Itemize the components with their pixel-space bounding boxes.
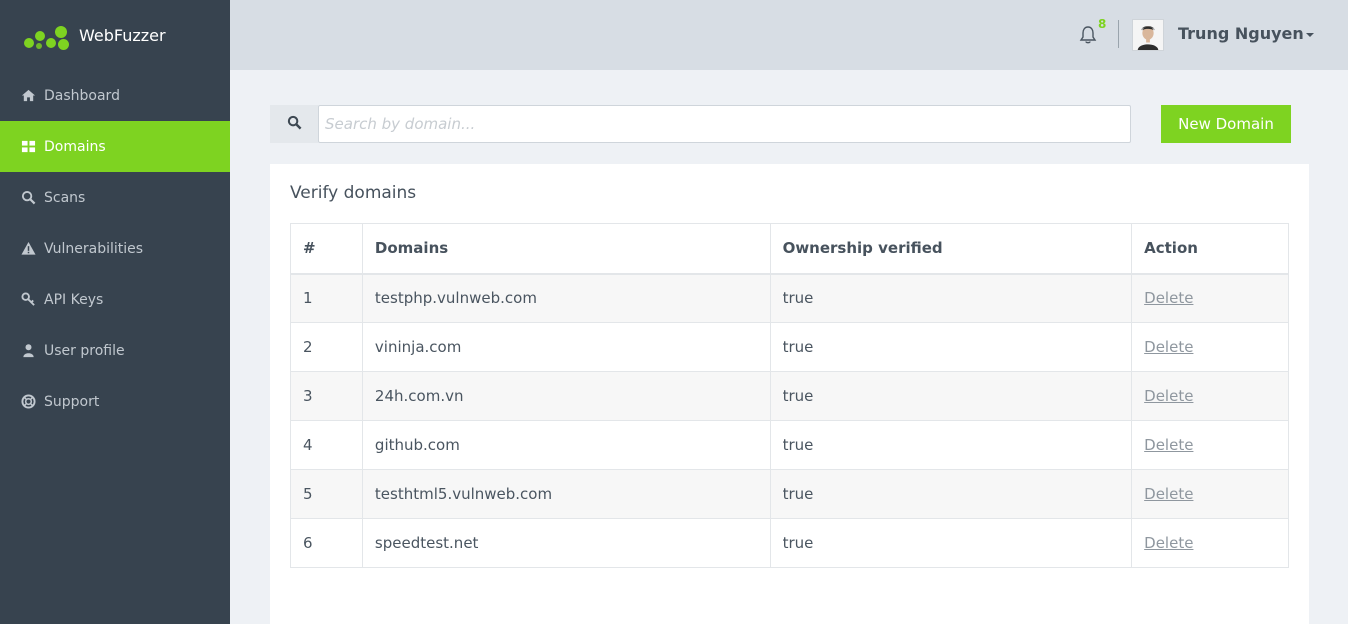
delete-link[interactable]: Delete — [1144, 289, 1193, 307]
grid-icon — [20, 139, 36, 155]
header-divider — [1118, 20, 1119, 48]
avatar[interactable] — [1132, 19, 1164, 51]
column-header-domains: Domains — [361, 223, 771, 275]
topbar: 8 Trung Nguyen — [230, 0, 1348, 70]
brand[interactable]: WebFuzzer — [0, 0, 230, 70]
row-verified: true — [769, 322, 1133, 372]
row-domain: speedtest.net — [361, 518, 771, 568]
row-action-cell: Delete — [1131, 469, 1289, 519]
user-icon — [20, 343, 36, 359]
table-row: 1 testphp.vulnweb.com true Delete — [290, 273, 1289, 323]
table-row: 3 24h.com.vn true Delete — [290, 371, 1289, 421]
lifebuoy-icon — [20, 394, 36, 410]
sidebar-item-dashboard[interactable]: Dashboard — [0, 70, 230, 121]
row-action-cell: Delete — [1131, 420, 1289, 470]
search-button[interactable] — [270, 105, 318, 143]
sidebar-item-domains[interactable]: Domains — [0, 121, 230, 172]
notification-count-badge: 8 — [1098, 17, 1107, 31]
bell-icon[interactable] — [1078, 24, 1098, 46]
table-row: 5 testhtml5.vulnweb.com true Delete — [290, 469, 1289, 519]
sidebar-item-label: Support — [44, 393, 100, 410]
row-domain: 24h.com.vn — [361, 371, 771, 421]
row-verified: true — [769, 518, 1133, 568]
new-domain-button[interactable]: New Domain — [1161, 105, 1291, 143]
sidebar-item-label: Scans — [44, 189, 86, 206]
delete-link[interactable]: Delete — [1144, 338, 1193, 356]
sidebar-item-user-profile[interactable]: User profile — [0, 325, 230, 376]
row-verified: true — [769, 273, 1133, 323]
domains-card: Verify domains # Domains Ownership verif… — [270, 164, 1309, 624]
table-row: 4 github.com true Delete — [290, 420, 1289, 470]
user-name[interactable]: Trung Nguyen — [1178, 24, 1304, 43]
search-icon — [20, 190, 36, 206]
row-action-cell: Delete — [1131, 273, 1289, 323]
sidebar-item-vulnerabilities[interactable]: Vulnerabilities — [0, 223, 230, 274]
delete-link[interactable]: Delete — [1144, 534, 1193, 552]
delete-link[interactable]: Delete — [1144, 387, 1193, 405]
sidebar-item-label: Dashboard — [44, 87, 120, 104]
row-number: 5 — [290, 469, 363, 519]
sidebar-item-support[interactable]: Support — [0, 376, 230, 427]
sidebar-item-scans[interactable]: Scans — [0, 172, 230, 223]
table-header-row: # Domains Ownership verified Action — [290, 223, 1289, 275]
row-action-cell: Delete — [1131, 371, 1289, 421]
chevron-down-icon[interactable] — [1306, 33, 1314, 37]
row-verified: true — [769, 420, 1133, 470]
key-icon — [20, 292, 36, 308]
row-number: 6 — [290, 518, 363, 568]
domains-table: # Domains Ownership verified Action 1 te… — [290, 223, 1289, 568]
row-number: 3 — [290, 371, 363, 421]
row-verified: true — [769, 469, 1133, 519]
row-number: 1 — [290, 273, 363, 323]
search-icon — [287, 115, 302, 134]
column-header-number: # — [290, 223, 363, 275]
sidebar-item-api-keys[interactable]: API Keys — [0, 274, 230, 325]
row-verified: true — [769, 371, 1133, 421]
sidebar-item-label: Domains — [44, 138, 106, 155]
home-icon — [20, 88, 36, 104]
sidebar-nav: Dashboard Domains Scans Vulnerabilities … — [0, 70, 230, 427]
row-action-cell: Delete — [1131, 518, 1289, 568]
row-domain: vininja.com — [361, 322, 771, 372]
sidebar: WebFuzzer Dashboard Domains Scans Vulner… — [0, 0, 230, 624]
column-header-ownership: Ownership verified — [769, 223, 1133, 275]
sidebar-item-label: API Keys — [44, 291, 104, 308]
delete-link[interactable]: Delete — [1144, 485, 1193, 503]
logo-icon — [24, 24, 72, 52]
row-action-cell: Delete — [1131, 322, 1289, 372]
column-header-action: Action — [1131, 223, 1289, 275]
table-row: 6 speedtest.net true Delete — [290, 518, 1289, 568]
sidebar-item-label: Vulnerabilities — [44, 240, 144, 257]
row-domain: github.com — [361, 420, 771, 470]
table-row: 2 vininja.com true Delete — [290, 322, 1289, 372]
row-domain: testhtml5.vulnweb.com — [361, 469, 771, 519]
search-input[interactable] — [318, 105, 1131, 143]
row-number: 2 — [290, 322, 363, 372]
app-name: WebFuzzer — [79, 26, 166, 45]
delete-link[interactable]: Delete — [1144, 436, 1193, 454]
row-number: 4 — [290, 420, 363, 470]
card-title: Verify domains — [290, 183, 417, 203]
sidebar-item-label: User profile — [44, 342, 125, 359]
row-domain: testphp.vulnweb.com — [361, 273, 771, 323]
warning-icon — [20, 241, 36, 257]
